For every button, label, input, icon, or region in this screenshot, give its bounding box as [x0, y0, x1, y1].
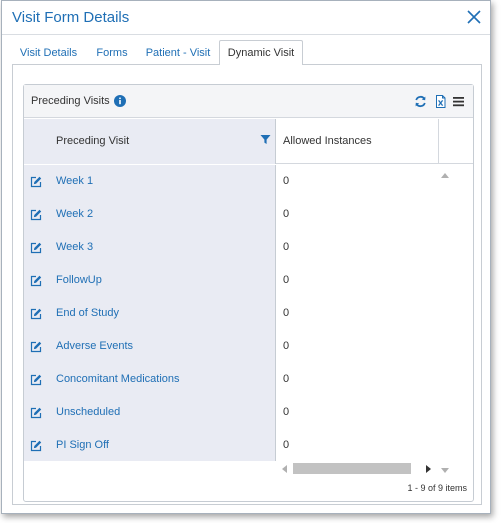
- pager-info: 1 - 9 of 9 items: [407, 483, 467, 493]
- visit-link[interactable]: End of Study: [56, 307, 119, 319]
- dialog-title: Visit Form Details: [12, 9, 130, 26]
- horizontal-scrollbar[interactable]: [276, 461, 438, 475]
- edit-icon[interactable]: [30, 176, 42, 188]
- tab-visit-details[interactable]: Visit Details: [12, 40, 85, 65]
- visit-link[interactable]: Adverse Events: [56, 340, 133, 352]
- edit-icon[interactable]: [30, 440, 42, 452]
- edit-icon[interactable]: [30, 374, 42, 386]
- visit-link[interactable]: Concomitant Medications: [56, 373, 180, 385]
- tab-dynamic-visit[interactable]: Dynamic Visit: [219, 40, 303, 66]
- allowed-instances-value: 0: [283, 373, 290, 385]
- dialog-titlebar: Visit Form Details: [2, 1, 490, 35]
- preceding-visits-panel: Preceding Visits Preceding Visit Allowed…: [23, 84, 474, 502]
- table-row: Unscheduled 0: [24, 396, 444, 429]
- panel-title: Preceding Visits: [31, 95, 110, 107]
- panel-header: Preceding Visits: [24, 85, 473, 118]
- edit-icon[interactable]: [30, 308, 42, 320]
- edit-icon[interactable]: [30, 407, 42, 419]
- allowed-instances-value: 0: [283, 340, 290, 352]
- tab-patient-visit[interactable]: Patient - Visit: [139, 40, 217, 65]
- table-row: PI Sign Off 0: [24, 429, 444, 462]
- column-header-preceding-visit[interactable]: Preceding Visit: [24, 119, 276, 164]
- grid-header: Preceding Visit Allowed Instances: [24, 119, 473, 164]
- allowed-instances-value: 0: [283, 406, 290, 418]
- tab-forms[interactable]: Forms: [89, 40, 135, 65]
- table-row: Concomitant Medications 0: [24, 363, 444, 396]
- table-row: Week 1 0: [24, 165, 444, 198]
- tab-content: Preceding Visits Preceding Visit Allowed…: [12, 65, 482, 505]
- menu-icon[interactable]: [452, 95, 465, 108]
- table-row: FollowUp 0: [24, 264, 444, 297]
- visit-link[interactable]: Week 2: [56, 208, 93, 220]
- allowed-instances-value: 0: [283, 274, 290, 286]
- refresh-icon[interactable]: [414, 95, 427, 108]
- table-row: Week 3 0: [24, 231, 444, 264]
- visit-link[interactable]: PI Sign Off: [56, 439, 109, 451]
- edit-icon[interactable]: [30, 341, 42, 353]
- edit-icon[interactable]: [30, 275, 42, 287]
- allowed-instances-value: 0: [283, 307, 290, 319]
- visit-form-details-dialog: Visit Form Details Visit Details Forms P…: [1, 0, 491, 514]
- grid-body: Week 1 0 Week 2 0 Week 3 0 FollowUp 0 En…: [24, 165, 473, 473]
- visit-link[interactable]: Unscheduled: [56, 406, 120, 418]
- excel-export-icon[interactable]: [434, 95, 447, 108]
- allowed-instances-value: 0: [283, 208, 290, 220]
- visit-link[interactable]: FollowUp: [56, 274, 102, 286]
- table-row: Week 2 0: [24, 198, 444, 231]
- edit-icon[interactable]: [30, 209, 42, 221]
- column-label-allowed-instances[interactable]: Allowed Instances: [283, 135, 372, 147]
- scroll-up-icon[interactable]: [441, 169, 449, 178]
- tab-strip: Visit Details Forms Patient - Visit Dyna…: [12, 40, 482, 66]
- filter-icon[interactable]: [260, 134, 271, 145]
- scroll-down-icon[interactable]: [441, 465, 449, 473]
- scroll-right-icon[interactable]: [426, 464, 432, 473]
- allowed-instances-value: 0: [283, 241, 290, 253]
- allowed-instances-value: 0: [283, 175, 290, 187]
- info-icon[interactable]: [114, 95, 126, 107]
- edit-icon[interactable]: [30, 242, 42, 254]
- column-divider: [438, 119, 439, 164]
- table-row: End of Study 0: [24, 297, 444, 330]
- close-icon[interactable]: [464, 7, 484, 27]
- visit-link[interactable]: Week 1: [56, 175, 93, 187]
- table-row: Adverse Events 0: [24, 330, 444, 363]
- allowed-instances-value: 0: [283, 439, 290, 451]
- visit-link[interactable]: Week 3: [56, 241, 93, 253]
- scroll-left-icon[interactable]: [281, 464, 287, 473]
- column-label-preceding-visit: Preceding Visit: [56, 135, 130, 147]
- vertical-scrollbar[interactable]: [438, 165, 452, 473]
- scrollbar-thumb[interactable]: [293, 463, 411, 474]
